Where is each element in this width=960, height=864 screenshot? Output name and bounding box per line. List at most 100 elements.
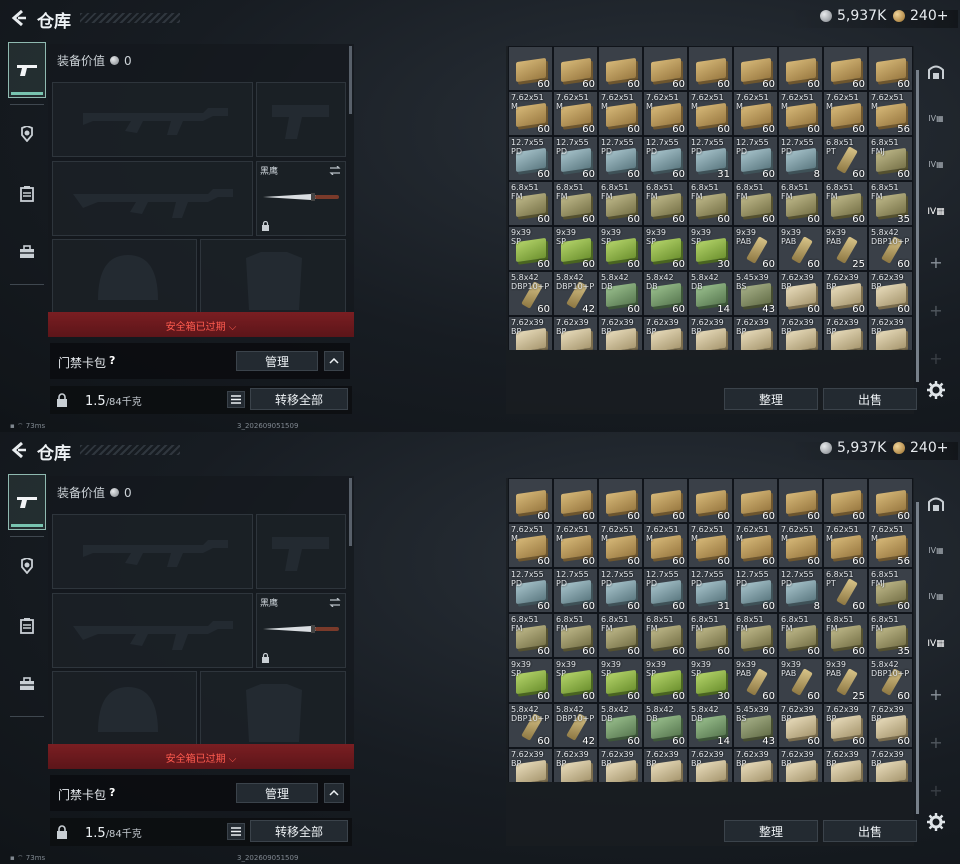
stash-scrollbar[interactable] — [916, 70, 919, 382]
stash-item[interactable]: 9x39 SP 60 — [508, 658, 553, 703]
stash-item[interactable]: 60 — [733, 478, 778, 523]
stash-item[interactable]: 6.8x51 FM 60 — [508, 613, 553, 658]
tab-stash-iv-2[interactable]: IV▦ — [920, 148, 952, 180]
nav-backpack[interactable] — [8, 656, 46, 712]
stash-item[interactable]: 6.8x51 FM 60 — [823, 181, 868, 226]
sort-button[interactable]: 整理 — [724, 820, 818, 842]
stash-item[interactable]: 60 — [688, 478, 733, 523]
stash-item[interactable]: 60 — [553, 478, 598, 523]
list-view-button[interactable] — [227, 391, 245, 408]
stash-item[interactable]: 6.8x51 FM 35 — [868, 181, 913, 226]
stash-item[interactable]: 7.62x51 M 60 — [553, 523, 598, 568]
stash-item[interactable]: 9x39 SP 60 — [598, 226, 643, 271]
secondary-weapon-slot[interactable] — [52, 593, 253, 668]
stash-item[interactable]: 7.62x39BP 60 — [823, 748, 868, 782]
stash-item[interactable]: 6.8x51 FM 60 — [733, 613, 778, 658]
stash-item[interactable]: 9x39 SP 60 — [643, 226, 688, 271]
stash-item[interactable]: 7.62x51 M 60 — [508, 523, 553, 568]
body-armor-slot[interactable] — [200, 239, 346, 314]
stash-item[interactable]: 7.62x39BP 60 — [598, 316, 643, 350]
helmet-slot[interactable] — [52, 239, 197, 314]
tab-stash-iv-3[interactable]: IV▦ — [920, 196, 952, 228]
stash-item[interactable]: 7.62x39BP 60 — [868, 703, 913, 748]
stash-item[interactable]: 5.8x42 DB 14 — [688, 271, 733, 316]
nav-armor[interactable] — [8, 106, 46, 162]
stash-item[interactable]: 7.62x51 M 60 — [688, 91, 733, 136]
stash-item[interactable]: 7.62x39BP 60 — [688, 316, 733, 350]
stash-item[interactable]: 7.62x51 M 60 — [778, 91, 823, 136]
tab-stash-iv-3[interactable]: IV▦ — [920, 628, 952, 660]
sort-button[interactable]: 整理 — [724, 388, 818, 410]
stash-item[interactable]: 60 — [733, 46, 778, 91]
stash-item[interactable]: 9x39 SP 30 — [688, 226, 733, 271]
stash-item[interactable]: 60 — [553, 46, 598, 91]
stash-item[interactable]: 12.7x55 PD 8 — [778, 568, 823, 613]
tab-stash-main[interactable] — [920, 56, 952, 88]
stash-item[interactable]: 9x39 PAB 25 — [823, 658, 868, 703]
settings-button[interactable] — [920, 806, 952, 838]
stash-item[interactable]: 6.8x51 FMJ 60 — [868, 568, 913, 613]
stash-item[interactable]: 7.62x39BP 60 — [643, 748, 688, 782]
stash-item[interactable]: 60 — [868, 478, 913, 523]
stash-item[interactable]: 12.7x55 PD 60 — [508, 568, 553, 613]
stash-item[interactable]: 9x39 PAB 60 — [778, 658, 823, 703]
stash-item[interactable]: 12.7x55 PD 31 — [688, 136, 733, 181]
stash-scrollbar[interactable] — [916, 502, 919, 814]
stash-item[interactable]: 7.62x51 M 60 — [598, 91, 643, 136]
help-icon[interactable]: ? — [109, 786, 115, 799]
stash-item[interactable]: 5.8x42 DBP10+P 42 — [553, 271, 598, 316]
stash-item[interactable]: 60 — [508, 46, 553, 91]
stash-item[interactable]: 60 — [778, 46, 823, 91]
stash-item[interactable]: 5.8x42 DB 60 — [598, 271, 643, 316]
stash-item[interactable]: 7.62x39BP 60 — [553, 316, 598, 350]
stash-item[interactable]: 7.62x39BP 60 — [778, 703, 823, 748]
help-icon[interactable]: ? — [109, 354, 115, 367]
stash-item[interactable]: 7.62x51 M 60 — [733, 523, 778, 568]
tab-stash-main[interactable] — [920, 488, 952, 520]
helmet-slot[interactable] — [52, 671, 197, 746]
transfer-all-button[interactable]: 转移全部 — [250, 388, 348, 410]
safe-box-banner[interactable]: 安全箱已过期 ⌵ — [48, 312, 354, 337]
stash-item[interactable]: 7.62x39BP 60 — [733, 748, 778, 782]
tab-stash-iv-1[interactable]: IV▦ — [920, 534, 952, 566]
stash-item[interactable]: 5.45x39 BS 43 — [733, 271, 778, 316]
stash-item[interactable]: 5.8x42 DBP10+P 42 — [553, 703, 598, 748]
stash-item[interactable]: 7.62x39BP 60 — [508, 316, 553, 350]
stash-item[interactable]: 12.7x55 PD 60 — [508, 136, 553, 181]
stash-item[interactable]: 7.62x39BP 60 — [733, 316, 778, 350]
manage-button[interactable]: 管理 — [236, 783, 318, 803]
stash-item[interactable]: 6.8x51 FM 60 — [598, 613, 643, 658]
stash-item[interactable]: 12.7x55 PD 60 — [643, 136, 688, 181]
stash-item[interactable]: 7.62x39BP 60 — [823, 703, 868, 748]
stash-item[interactable]: 7.62x39BP 60 — [778, 316, 823, 350]
nav-armor[interactable] — [8, 538, 46, 594]
stash-item[interactable]: 6.8x51 FM 60 — [778, 613, 823, 658]
stash-item[interactable]: 9x39 SP 60 — [553, 226, 598, 271]
stash-item[interactable]: 5.8x42 DBP10+P 60 — [508, 271, 553, 316]
stash-item[interactable]: 9x39 SP 60 — [598, 658, 643, 703]
stash-item[interactable]: 5.8x42 DBP10+P 60 — [868, 226, 913, 271]
stash-item[interactable]: 9x39 PAB 25 — [823, 226, 868, 271]
stash-item[interactable]: 9x39 PAB 60 — [733, 226, 778, 271]
stash-item[interactable]: 60 — [688, 46, 733, 91]
add-tab-button-disabled[interactable]: + — [920, 294, 952, 326]
pistol-slot[interactable] — [256, 514, 346, 589]
stash-item[interactable]: 6.8x51 FM 60 — [823, 613, 868, 658]
stash-item[interactable]: 7.62x51 M 60 — [553, 91, 598, 136]
settings-button[interactable] — [920, 374, 952, 406]
stash-item[interactable]: 6.8x51 FM 60 — [688, 613, 733, 658]
add-tab-button[interactable]: + — [920, 678, 952, 710]
stash-item[interactable]: 6.8x51 FM 60 — [688, 181, 733, 226]
stash-item[interactable]: 60 — [868, 46, 913, 91]
primary-weapon-slot[interactable] — [52, 514, 253, 589]
stash-item[interactable]: 7.62x51 M 60 — [823, 91, 868, 136]
collapse-button[interactable] — [324, 783, 344, 803]
stash-item[interactable]: 60 — [508, 478, 553, 523]
stash-item[interactable]: 7.62x39BP 60 — [778, 271, 823, 316]
stash-item[interactable]: 7.62x39BP 60 — [868, 748, 913, 782]
stash-item[interactable]: 12.7x55 PD 60 — [598, 568, 643, 613]
tab-stash-iv-2[interactable]: IV▦ — [920, 580, 952, 612]
stash-item[interactable]: 7.62x51 M 60 — [508, 91, 553, 136]
swap-icon[interactable] — [329, 598, 341, 607]
stash-item[interactable]: 7.62x39BP 60 — [553, 748, 598, 782]
